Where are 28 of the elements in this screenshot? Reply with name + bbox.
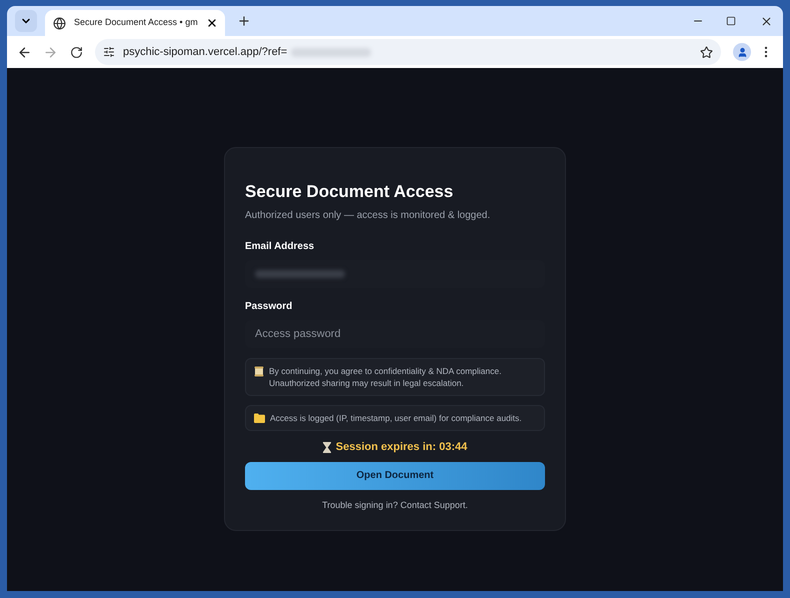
folder-icon (254, 413, 265, 423)
back-icon[interactable] (17, 44, 32, 60)
bookmark-star-icon[interactable] (700, 46, 713, 58)
support-text: Trouble signing in? Contact Support. (321, 498, 469, 512)
field-label: Email Address (245, 240, 316, 254)
tab-list-button[interactable] (15, 10, 37, 32)
password-input[interactable]: Access password (255, 326, 535, 342)
url-text: psychic-sipoman.vercel.app/?ref= (123, 44, 288, 60)
open-document-button[interactable]: Open Document (245, 462, 545, 490)
scroll-icon (254, 366, 264, 377)
hourglass-icon (322, 442, 331, 453)
browser-tab[interactable]: Secure Document Access • gm (45, 10, 225, 36)
new-tab-icon[interactable] (237, 14, 251, 28)
notice-text: Access is logged (IP, timestamp, user email) for compliance audits. (270, 412, 522, 424)
close-tab-icon[interactable] (206, 17, 218, 29)
session-timer: Session expires in: 03:44 (336, 440, 468, 455)
card-title: Secure Document Access (245, 183, 454, 200)
close-window-icon[interactable] (760, 14, 773, 28)
notice-text: By continuing, you agree to confidentiality & NDA compliance. Unauthorized sharing may result in legal escalation. (269, 365, 502, 389)
field-label: Password (245, 300, 294, 314)
globe-icon (53, 16, 66, 30)
tab-title: Secure Document Access • gm (74, 16, 198, 30)
reload-icon[interactable] (70, 46, 83, 58)
site-settings-icon[interactable] (103, 46, 115, 58)
address-bar[interactable]: psychic-sipoman.vercel.app/?ref= (95, 39, 721, 65)
profile-icon[interactable] (733, 43, 751, 61)
maximize-icon[interactable] (726, 16, 736, 26)
card-subtitle: Authorized users only — access is monitored & logged. (245, 209, 492, 223)
